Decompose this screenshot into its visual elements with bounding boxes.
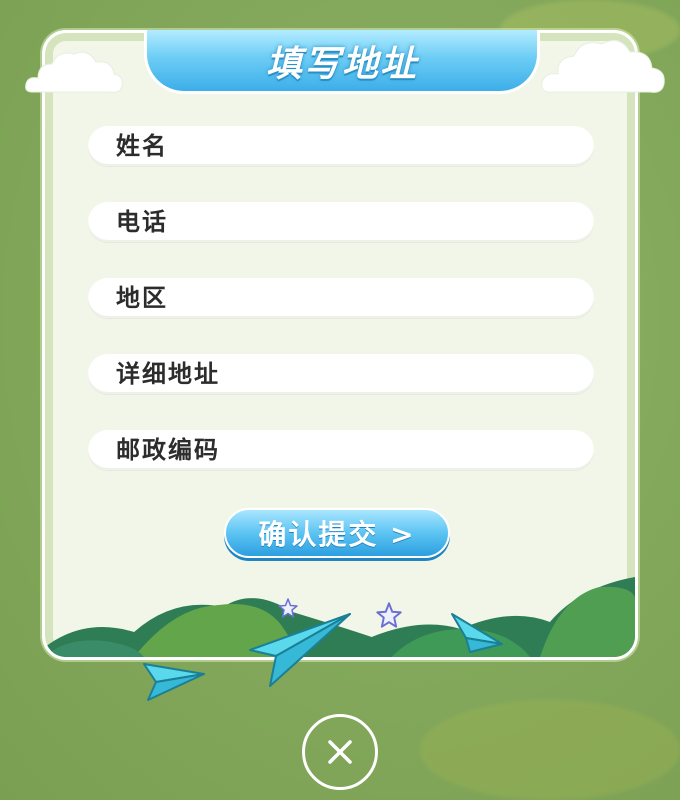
background-texture bbox=[420, 700, 680, 800]
address-field[interactable]: 详细地址 bbox=[88, 354, 594, 394]
postcode-input[interactable] bbox=[228, 436, 574, 466]
region-field[interactable]: 地区 bbox=[88, 278, 594, 318]
close-button[interactable] bbox=[302, 714, 378, 790]
dialog-title-tab: 填写地址 bbox=[144, 30, 540, 94]
address-label: 详细地址 bbox=[116, 360, 220, 388]
name-input[interactable] bbox=[228, 132, 574, 162]
close-icon bbox=[328, 740, 352, 764]
name-label: 姓名 bbox=[116, 132, 168, 160]
postcode-field[interactable]: 邮政编码 bbox=[88, 430, 594, 470]
postcode-label: 邮政编码 bbox=[116, 436, 220, 464]
phone-label: 电话 bbox=[116, 208, 168, 236]
name-field[interactable]: 姓名 bbox=[88, 126, 594, 166]
phone-input[interactable] bbox=[228, 208, 574, 238]
star-icon bbox=[376, 602, 402, 628]
region-label: 地区 bbox=[116, 284, 168, 312]
dialog-title: 填写地址 bbox=[265, 43, 418, 85]
address-dialog bbox=[42, 30, 638, 660]
cloud-icon bbox=[541, 39, 665, 93]
paper-plane-icon bbox=[249, 613, 351, 687]
submit-button[interactable]: 确认提交 > bbox=[224, 508, 450, 558]
paper-plane-icon bbox=[143, 663, 205, 701]
address-input[interactable] bbox=[228, 360, 574, 390]
region-input[interactable] bbox=[228, 284, 574, 314]
phone-field[interactable]: 电话 bbox=[88, 202, 594, 242]
paper-plane-icon bbox=[451, 613, 503, 653]
cloud-icon bbox=[25, 51, 123, 93]
